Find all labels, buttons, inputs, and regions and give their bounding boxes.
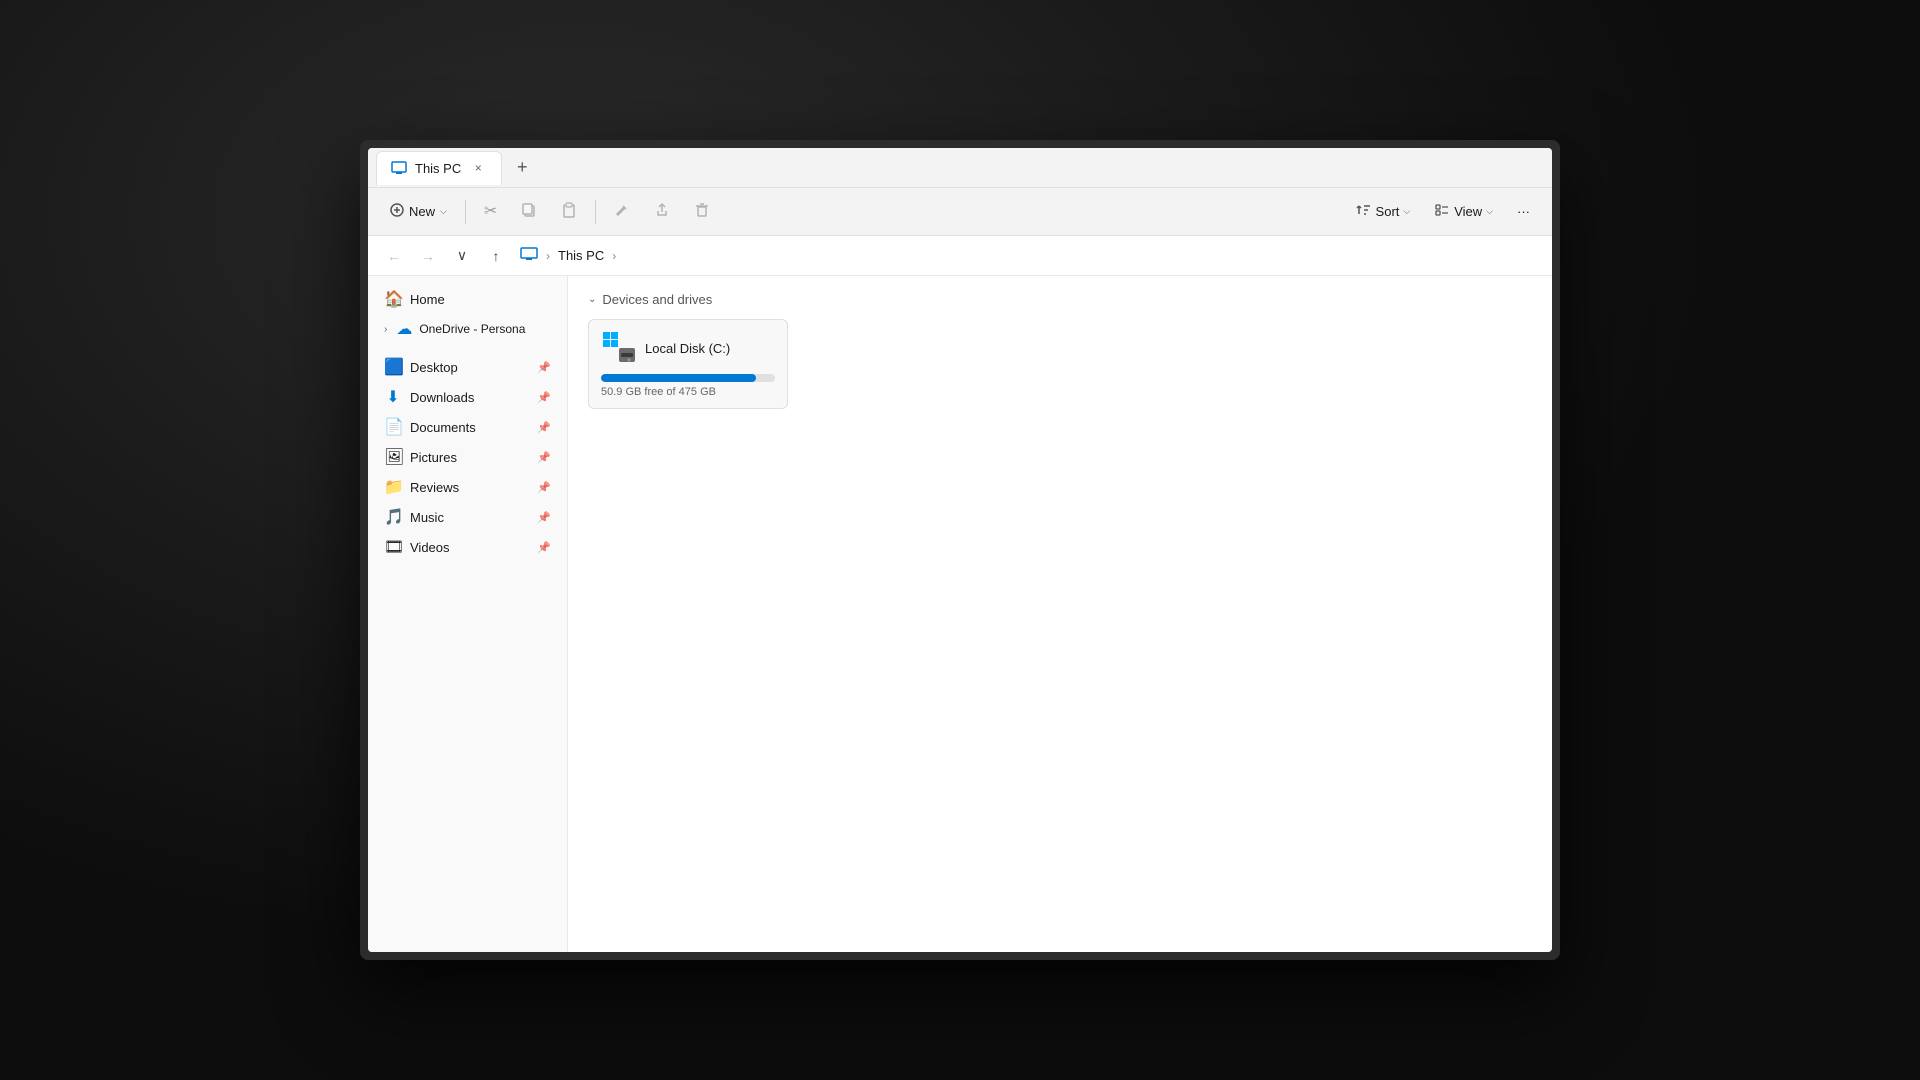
recent-button[interactable]: ∨	[448, 242, 476, 270]
pin-pictures-icon: 📌	[537, 451, 551, 464]
sort-icon	[1356, 202, 1372, 222]
downloads-icon: ⬇	[384, 387, 402, 407]
pin-downloads-icon: 📌	[537, 391, 551, 404]
share-button[interactable]	[644, 197, 680, 227]
toolbar: New ⌵ ✂	[368, 188, 1552, 236]
copy-button[interactable]	[511, 197, 547, 227]
view-chevron-icon: ⌵	[1486, 206, 1493, 217]
content-area: 🏠 Home › ☁ OneDrive - Persona 🟦 Desktop …	[368, 276, 1552, 952]
sidebar-item-home[interactable]: 🏠 Home	[368, 284, 567, 314]
new-label: New	[409, 204, 435, 219]
sort-chevron-icon: ⌵	[1403, 206, 1410, 217]
file-area: ⌄ Devices and drives	[568, 276, 1552, 952]
onedrive-icon: ☁	[395, 319, 413, 339]
drive-bar-container	[601, 374, 775, 382]
new-button[interactable]: New ⌵	[380, 198, 457, 226]
drive-item-c[interactable]: Local Disk (C:) 50.9 GB free of 475 GB	[588, 319, 788, 409]
explorer-window: This PC × + New ⌵ ✂	[368, 148, 1552, 952]
sidebar: 🏠 Home › ☁ OneDrive - Persona 🟦 Desktop …	[368, 276, 568, 952]
view-label: View	[1454, 204, 1482, 219]
separator-1	[465, 200, 466, 224]
documents-icon: 📄	[384, 417, 402, 437]
view-button[interactable]: View ⌵	[1424, 197, 1503, 227]
sidebar-documents-label: Documents	[410, 420, 529, 435]
drive-icon	[601, 330, 637, 366]
rename-button[interactable]	[604, 197, 640, 227]
rename-icon	[614, 202, 630, 222]
reviews-icon: 📁	[384, 477, 402, 497]
desktop-icon: 🟦	[384, 357, 402, 377]
sidebar-desktop-label: Desktop	[410, 360, 529, 375]
nav-bar: ← → ∨ ↑ › This PC ›	[368, 236, 1552, 276]
drive-info: 50.9 GB free of 475 GB	[601, 386, 775, 398]
view-icon	[1434, 202, 1450, 222]
sidebar-item-desktop[interactable]: 🟦 Desktop 📌	[368, 352, 567, 382]
new-chevron-icon: ⌵	[440, 206, 447, 217]
sidebar-pictures-label: Pictures	[410, 450, 529, 465]
cut-button[interactable]: ✂	[474, 199, 507, 225]
share-icon	[654, 202, 670, 222]
more-label: ···	[1517, 204, 1530, 219]
breadcrumb: › This PC ›	[516, 245, 616, 266]
home-icon: 🏠	[384, 289, 402, 309]
sort-label: Sort	[1376, 204, 1400, 219]
breadcrumb-sep-2: ›	[612, 249, 616, 263]
sidebar-item-pictures[interactable]: 🖼 Pictures 📌	[368, 442, 567, 472]
pictures-icon: 🖼	[384, 447, 402, 467]
pin-documents-icon: 📌	[537, 421, 551, 434]
monitor-frame: This PC × + New ⌵ ✂	[360, 140, 1560, 960]
sidebar-item-videos[interactable]: 🎞 Videos 📌	[368, 532, 567, 562]
sidebar-item-reviews[interactable]: 📁 Reviews 📌	[368, 472, 567, 502]
sidebar-onedrive-label: OneDrive - Persona	[419, 322, 551, 336]
sidebar-videos-label: Videos	[410, 540, 529, 555]
drive-name: Local Disk (C:)	[645, 341, 730, 356]
up-button[interactable]: ↑	[482, 242, 510, 270]
scissors-icon: ✂	[484, 204, 497, 220]
delete-button[interactable]	[684, 197, 720, 227]
drive-bar-fill	[601, 374, 756, 382]
sidebar-item-onedrive[interactable]: › ☁ OneDrive - Persona	[368, 314, 567, 344]
sidebar-music-label: Music	[410, 510, 529, 525]
music-icon: 🎵	[384, 507, 402, 527]
section-label: Devices and drives	[602, 292, 712, 307]
title-bar: This PC × +	[368, 148, 1552, 188]
tab-close-button[interactable]: ×	[469, 159, 487, 177]
sidebar-item-music[interactable]: 🎵 Music 📌	[368, 502, 567, 532]
videos-icon: 🎞	[384, 537, 402, 557]
paste-button[interactable]	[551, 197, 587, 227]
copy-icon	[521, 202, 537, 222]
tab-pc-icon	[391, 160, 407, 176]
sidebar-item-documents[interactable]: 📄 Documents 📌	[368, 412, 567, 442]
tab-title: This PC	[415, 161, 461, 176]
breadcrumb-sep-1: ›	[546, 249, 550, 263]
new-icon	[390, 203, 404, 221]
forward-button[interactable]: →	[414, 242, 442, 270]
separator-2	[595, 200, 596, 224]
breadcrumb-pc-icon[interactable]	[516, 245, 542, 266]
section-chevron-icon: ⌄	[588, 294, 596, 305]
more-button[interactable]: ···	[1507, 199, 1540, 224]
breadcrumb-this-pc[interactable]: This PC	[554, 246, 608, 265]
new-tab-button[interactable]: +	[506, 152, 538, 184]
sidebar-home-label: Home	[410, 292, 551, 307]
pin-music-icon: 📌	[537, 511, 551, 524]
pin-videos-icon: 📌	[537, 541, 551, 554]
pin-reviews-icon: 📌	[537, 481, 551, 494]
sidebar-reviews-label: Reviews	[410, 480, 529, 495]
delete-icon	[694, 202, 710, 222]
section-header-drives[interactable]: ⌄ Devices and drives	[588, 292, 1532, 307]
sort-button[interactable]: Sort ⌵	[1346, 197, 1421, 227]
paste-icon	[561, 202, 577, 222]
expand-icon: ›	[384, 324, 387, 335]
active-tab[interactable]: This PC ×	[376, 151, 502, 185]
drive-header: Local Disk (C:)	[601, 330, 775, 366]
sidebar-item-downloads[interactable]: ⬇ Downloads 📌	[368, 382, 567, 412]
sidebar-downloads-label: Downloads	[410, 390, 529, 405]
tab-area: This PC × +	[376, 151, 1544, 185]
pin-desktop-icon: 📌	[537, 361, 551, 374]
back-button[interactable]: ←	[380, 242, 408, 270]
